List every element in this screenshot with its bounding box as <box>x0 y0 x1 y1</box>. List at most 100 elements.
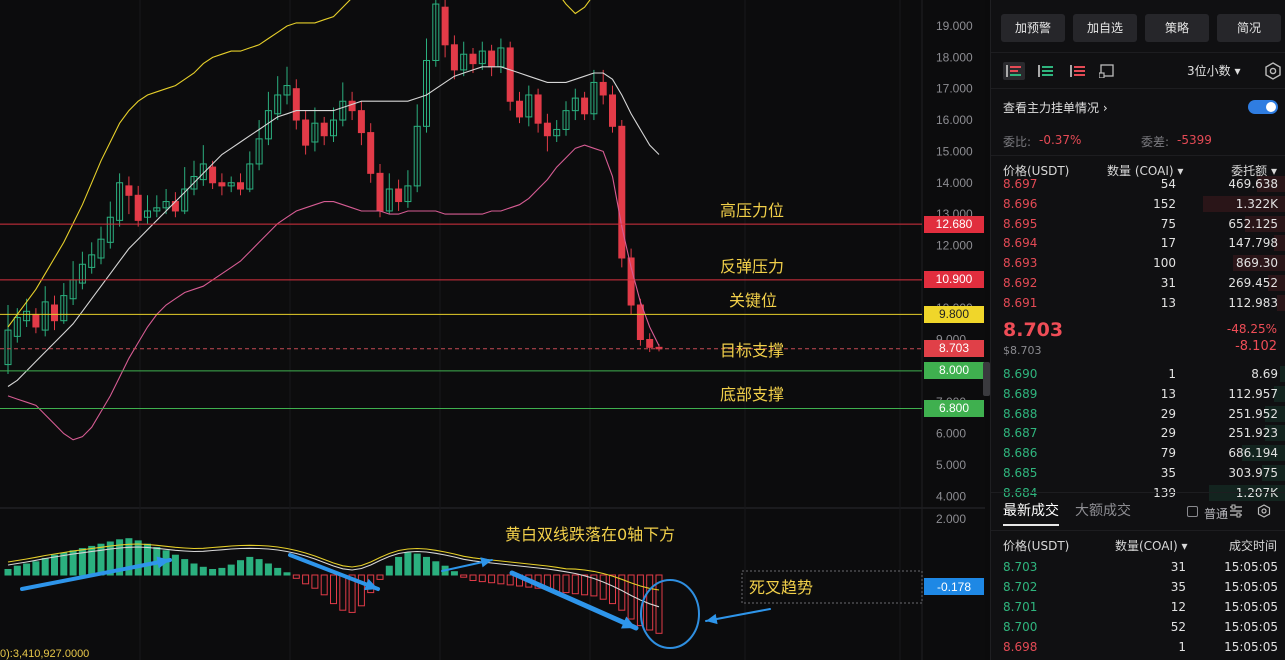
candle-body <box>516 100 523 118</box>
settings-icon[interactable] <box>1264 62 1282 80</box>
trade-time: 15:05:05 <box>1224 640 1278 654</box>
macd-histogram-bar <box>283 572 291 576</box>
macd-histogram-bar <box>264 563 272 576</box>
bid-amount: 8.69 <box>1251 367 1278 381</box>
candle-body <box>348 100 356 112</box>
ask-qty: 100 <box>1153 256 1176 271</box>
macd-histogram-bar <box>339 574 347 611</box>
trade-qty: 52 <box>1170 620 1186 634</box>
candle-body <box>599 81 607 96</box>
macd-histogram-bar <box>395 556 403 576</box>
price-axis-label: 19.000 <box>936 19 973 33</box>
overview-button[interactable]: 简况 <box>1217 14 1281 42</box>
macd-histogram-bar <box>320 574 328 596</box>
trades-header-price: 价格(USDT) <box>1003 539 1070 553</box>
last-price: 8.703 <box>1003 319 1064 341</box>
key-level-label: 6.800 <box>924 399 984 417</box>
bid-row[interactable]: 8.688 29 251.952 <box>991 404 1285 424</box>
macd-histogram-bar <box>609 574 616 605</box>
ask-price: 8.696 <box>1003 196 1038 211</box>
macd-histogram-bar <box>460 574 468 578</box>
macd-histogram-bar <box>144 543 151 576</box>
bid-row[interactable]: 8.685 35 303.975 <box>991 463 1285 483</box>
ask-row[interactable]: 8.693 100 869.30 <box>991 253 1285 273</box>
ask-amount: 147.798 <box>1228 236 1278 251</box>
ask-row[interactable]: 8.696 152 1.322K <box>991 194 1285 214</box>
trades-settings-icon[interactable] <box>1257 504 1271 518</box>
bid-price: 8.687 <box>1003 426 1038 441</box>
candle-body <box>441 6 449 46</box>
price-axis-label: 4.000 <box>936 489 966 503</box>
macd-dif-line <box>7 546 660 608</box>
price-axis-label: 16.000 <box>936 113 973 127</box>
macd-histogram-bar <box>41 558 49 576</box>
depth-bar <box>1280 366 1285 382</box>
death-cross-circle <box>640 579 700 649</box>
candle-body <box>395 188 403 203</box>
ask-amount: 112.983 <box>1228 295 1278 310</box>
tab-large-trades[interactable]: 大额成交 <box>1075 500 1131 520</box>
trade-row: 8.702 35 15:05:05 <box>991 577 1285 597</box>
macd-histogram-bar <box>478 574 486 583</box>
candlestick-chart[interactable]: 19.000 18.000 17.000 16.000 15.000 14.000 13.0… <box>0 0 990 660</box>
macd-histogram-bar <box>432 561 440 576</box>
bid-row[interactable]: 8.686 79 686.194 <box>991 443 1285 463</box>
ask-qty: 54 <box>1160 177 1176 191</box>
chart-canvas[interactable]: 19.00018.00017.00016.00015.00014.00013.0… <box>0 0 985 660</box>
depth-bar <box>1277 294 1285 311</box>
bid-row[interactable]: 8.690 1 8.69 <box>991 364 1285 384</box>
add-alert-button[interactable]: 加预警 <box>1001 14 1065 42</box>
macd-histogram-bar <box>51 554 58 576</box>
price-axis-label: 17.000 <box>936 82 973 96</box>
macd-histogram-bar <box>488 574 496 584</box>
ask-amount: 269.452 <box>1228 276 1278 290</box>
boll-upper-line <box>7 0 591 328</box>
panel-resize-handle[interactable] <box>983 362 990 396</box>
macd-histogram-bar <box>450 571 458 576</box>
bid-qty: 13 <box>1160 386 1176 401</box>
strategy-button[interactable]: 策略 <box>1145 14 1209 42</box>
macd-histogram-bar <box>423 556 430 576</box>
trade-time: 15:05:05 <box>1224 600 1278 614</box>
ask-row[interactable]: 8.694 17 147.798 <box>991 233 1285 253</box>
ask-row[interactable]: 8.691 13 112.983 <box>991 293 1285 313</box>
ratio-value: -0.37% <box>1039 133 1082 147</box>
ask-row[interactable]: 8.692 31 269.452 <box>991 273 1285 293</box>
orderbook-bids-icon[interactable] <box>1035 62 1057 80</box>
macd-axis-label: 2.000 <box>936 512 966 526</box>
filter-icon[interactable] <box>1229 504 1243 518</box>
orderbook-both-icon[interactable] <box>1003 62 1025 80</box>
candle-body <box>376 172 384 212</box>
normal-checkbox-label[interactable]: 普通 <box>1204 505 1228 522</box>
price-axis-label: 5.000 <box>936 458 966 472</box>
macd-histogram-bar <box>562 574 570 594</box>
ratio-label: 委比: <box>1003 135 1032 149</box>
normal-checkbox[interactable] <box>1187 506 1198 517</box>
mainforce-toggle[interactable] <box>1248 100 1278 114</box>
add-watchlist-button[interactable]: 加自选 <box>1073 14 1137 42</box>
tab-latest-trades[interactable]: 最新成交 <box>1003 500 1059 520</box>
bid-row[interactable]: 8.689 13 112.957 <box>991 384 1285 404</box>
bid-row[interactable]: 8.687 29 251.923 <box>991 423 1285 443</box>
trade-price: 8.702 <box>1003 580 1038 594</box>
trade-time: 15:05:05 <box>1224 580 1278 594</box>
trades-header-qty[interactable]: 数量(COAI) ▾ <box>1115 537 1188 554</box>
candle-body <box>209 166 217 184</box>
candle-body <box>51 304 58 322</box>
ask-row[interactable]: 8.697 54 469.638 <box>991 174 1285 194</box>
macd-value-text: -0.178 <box>937 580 971 594</box>
price-axis-label: 6.000 <box>936 427 966 441</box>
orderbook-expand-icon[interactable] <box>1096 62 1118 80</box>
macd-histogram-bar <box>97 543 105 576</box>
macd-histogram-bar <box>4 569 12 576</box>
ask-amount: 469.638 <box>1228 177 1278 191</box>
ask-row[interactable]: 8.695 75 652.125 <box>991 214 1285 234</box>
decimal-select[interactable]: 3位小数 ▾ <box>1187 62 1240 80</box>
bid-qty: 35 <box>1160 466 1176 480</box>
orderbook-asks-icon[interactable] <box>1067 62 1089 80</box>
key-level-label: 8.000 <box>924 362 984 380</box>
trade-qty: 12 <box>1170 600 1186 614</box>
bid-price: 8.686 <box>1003 446 1038 461</box>
macd-histogram-bar <box>190 563 198 576</box>
mainforce-orders-link[interactable]: 查看主力挂单情况 › <box>1003 99 1108 116</box>
